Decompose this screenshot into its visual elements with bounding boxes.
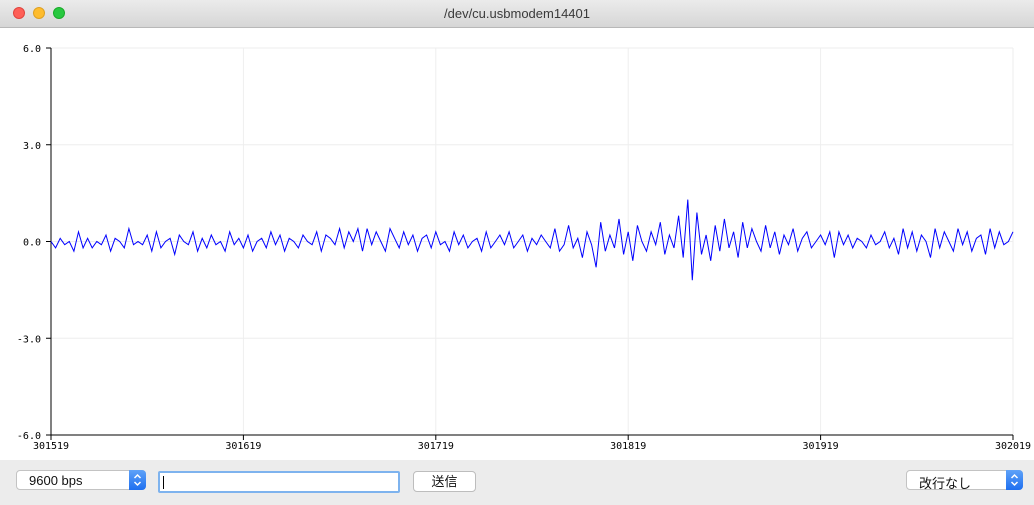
x-tick-label: 301519 [33, 441, 69, 452]
y-tick-label: 6.0 [23, 44, 41, 55]
x-tick-label: 302019 [995, 441, 1031, 452]
chevron-updown-icon [1006, 470, 1023, 490]
y-tick-label: -3.0 [17, 334, 41, 345]
bottom-toolbar: 9600 bps 改行なし [0, 460, 1034, 505]
line-ending-select[interactable]: 改行なし [906, 470, 1023, 491]
serial-plot-chart: 6.03.00.0-3.0-6.0 301519 301619 301719 3018… [17, 44, 1031, 452]
title-bar: /dev/cu.usbmodem14401 [0, 0, 1034, 28]
x-tick-label: 301919 [803, 441, 839, 452]
y-tick-label: 0.0 [23, 238, 41, 249]
window-title: /dev/cu.usbmodem14401 [444, 6, 590, 21]
series-line [50, 199, 1014, 281]
chevron-updown-icon [129, 470, 146, 490]
x-tick-label: 301819 [610, 441, 646, 452]
baud-rate-value: 9600 bps [29, 473, 83, 488]
send-message-input[interactable] [158, 471, 400, 493]
x-tick-label: 301619 [225, 441, 261, 452]
serial-plotter-area: 6.0 3.0 0.0 -3.0 -6.0 301519 301619 301719 3018… [0, 28, 1034, 460]
line-ending-value: 改行なし [919, 476, 972, 491]
baud-rate-select[interactable]: 9600 bps [16, 470, 146, 490]
y-tick-label: 3.0 [23, 141, 41, 152]
send-button[interactable]: 送信 [413, 471, 476, 492]
x-tick-label: 301719 [418, 441, 454, 452]
text-caret [163, 476, 164, 489]
